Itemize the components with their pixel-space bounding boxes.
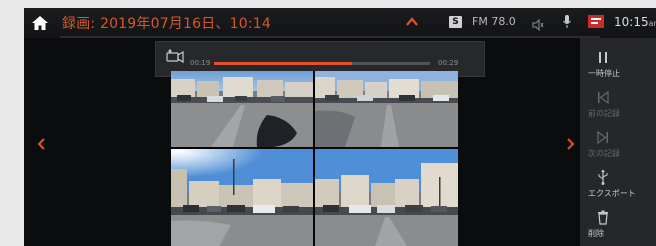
clock-suffix: am bbox=[648, 19, 656, 28]
source-badge: S bbox=[449, 16, 462, 28]
elapsed-time: 00:19 bbox=[190, 59, 211, 67]
pause-icon bbox=[596, 48, 610, 66]
notification-icon[interactable] bbox=[586, 12, 606, 32]
next-record-button[interactable]: 次の記録 bbox=[580, 124, 656, 164]
export-label: エクスポート bbox=[588, 189, 636, 198]
title-underline bbox=[60, 36, 600, 38]
next-record-label: 次の記録 bbox=[588, 149, 620, 158]
recording-title: 録画: 2019年07月16日、10:14 bbox=[62, 16, 271, 32]
delete-button[interactable]: 削除 bbox=[580, 204, 656, 244]
status-bar: 録画: 2019年07月16日、10:14 S FM 78.0 10:15a bbox=[24, 8, 656, 38]
chevron-up-icon[interactable] bbox=[405, 14, 419, 28]
idrive-screen: 録画: 2019年07月16日、10:14 S FM 78.0 10:15a 0… bbox=[24, 8, 656, 246]
previous-arrow-icon[interactable] bbox=[36, 136, 46, 150]
left-camera-view[interactable] bbox=[171, 149, 313, 246]
previous-record-label: 前の記録 bbox=[588, 109, 620, 118]
pause-label: 一時停止 bbox=[588, 69, 620, 78]
previous-record-button[interactable]: 前の記録 bbox=[580, 84, 656, 124]
total-time: 00:29 bbox=[438, 59, 459, 67]
clock-time: 10:15 bbox=[614, 15, 649, 29]
trash-icon bbox=[596, 208, 610, 226]
dashcam-icon bbox=[166, 48, 184, 64]
side-panel: 一時停止 前の記録 次の記録 エクスポート 削除 bbox=[580, 38, 656, 246]
home-icon[interactable] bbox=[30, 14, 50, 32]
progress-fill bbox=[214, 62, 353, 65]
speaker-icon bbox=[532, 16, 544, 32]
export-button[interactable]: エクスポート bbox=[580, 164, 656, 204]
front-camera-view[interactable] bbox=[171, 71, 313, 147]
skip-next-icon bbox=[596, 128, 610, 146]
usb-icon bbox=[596, 168, 610, 186]
rear-camera-view[interactable] bbox=[315, 71, 458, 147]
pause-button[interactable]: 一時停止 bbox=[580, 44, 656, 84]
clock: 10:15am bbox=[614, 15, 656, 29]
right-camera-view[interactable] bbox=[315, 149, 458, 246]
next-arrow-icon[interactable] bbox=[566, 136, 576, 150]
delete-label: 削除 bbox=[588, 229, 604, 238]
progress-track[interactable] bbox=[214, 62, 430, 65]
skip-previous-icon bbox=[596, 88, 610, 106]
microphone-icon bbox=[562, 14, 572, 30]
radio-station: FM 78.0 bbox=[472, 15, 516, 28]
camera-grid bbox=[171, 71, 458, 246]
